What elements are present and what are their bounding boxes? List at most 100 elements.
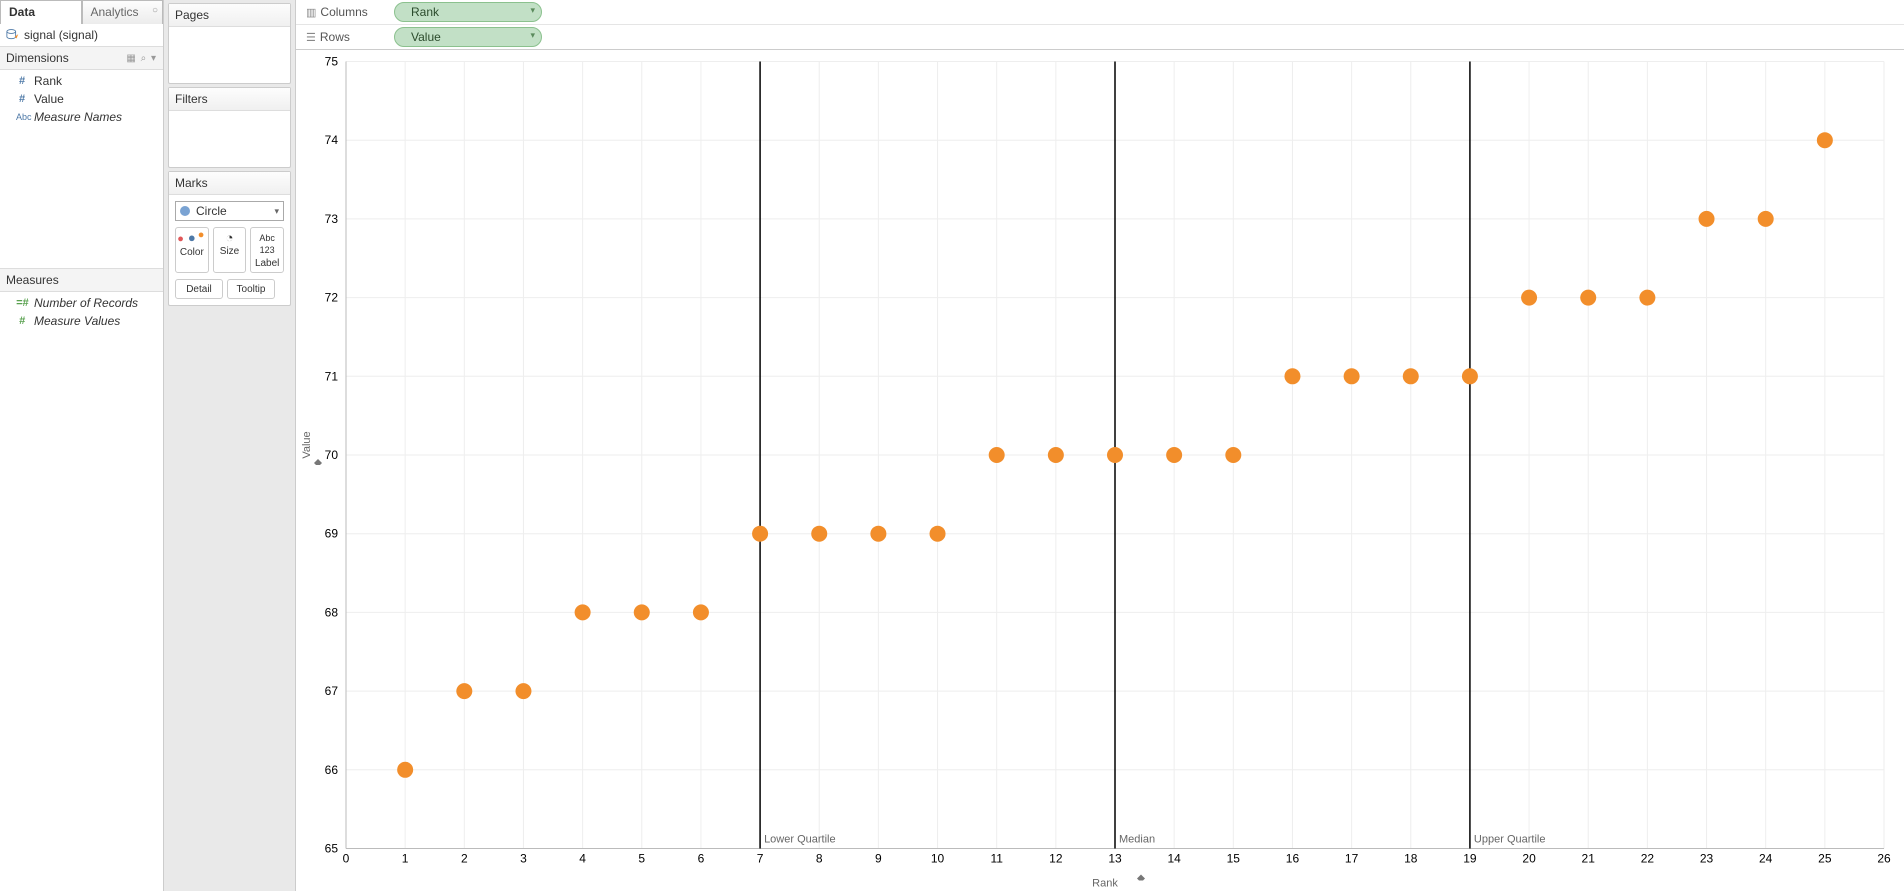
data-point[interactable] — [397, 762, 413, 778]
rows-shelf[interactable]: ☰ Rows Value — [296, 24, 1904, 49]
data-point[interactable] — [1580, 290, 1596, 306]
mark-tooltip-label: Tooltip — [237, 284, 266, 295]
data-point[interactable] — [456, 683, 472, 699]
data-point[interactable] — [752, 526, 768, 542]
field-rank[interactable]: #Rank — [0, 72, 163, 90]
color-icon: ● — [178, 232, 206, 245]
tab-data[interactable]: Data — [0, 0, 82, 24]
x-tick: 18 — [1404, 852, 1418, 866]
mark-size-button[interactable]: ◔ Size — [213, 227, 247, 273]
y-tick: 67 — [325, 684, 339, 698]
columns-pill-rank[interactable]: Rank — [394, 2, 542, 22]
pin-icon — [1135, 875, 1145, 885]
pages-card-title: Pages — [169, 4, 290, 27]
rows-pill-value[interactable]: Value — [394, 27, 542, 47]
field-measure-values[interactable]: #Measure Values — [0, 312, 163, 330]
data-point[interactable] — [693, 604, 709, 620]
data-point[interactable] — [1758, 211, 1774, 227]
data-point[interactable] — [634, 604, 650, 620]
data-point[interactable] — [1817, 132, 1833, 148]
data-point[interactable] — [1462, 368, 1478, 384]
field-label: Value — [34, 92, 64, 106]
x-tick: 26 — [1877, 852, 1891, 866]
x-tick: 17 — [1345, 852, 1359, 866]
x-tick: 14 — [1167, 852, 1181, 866]
field-number-of-records[interactable]: =# Number of Records — [0, 294, 163, 312]
dimensions-heading: Dimensions ▦ ⌕ ▾ — [0, 46, 163, 70]
x-tick: 13 — [1108, 852, 1122, 866]
filters-card[interactable]: Filters — [168, 87, 291, 168]
x-tick: 25 — [1818, 852, 1832, 866]
x-tick: 4 — [579, 852, 586, 866]
data-point[interactable] — [515, 683, 531, 699]
measures-heading: Measures — [0, 268, 163, 292]
mark-label-button[interactable]: Abc123 Label — [250, 227, 284, 273]
x-tick: 16 — [1286, 852, 1300, 866]
x-tick: 21 — [1582, 852, 1596, 866]
pin-icon — [312, 459, 322, 469]
tab-analytics[interactable]: Analytics ○ — [82, 0, 164, 24]
y-tick: 73 — [325, 212, 339, 226]
mark-tooltip-button[interactable]: Tooltip — [227, 279, 275, 299]
data-point[interactable] — [811, 526, 827, 542]
data-point[interactable] — [1284, 368, 1300, 384]
data-point[interactable] — [575, 604, 591, 620]
x-axis-title: Rank — [1092, 878, 1118, 890]
y-tick: 68 — [325, 605, 339, 619]
field-measure-names[interactable]: Abc Measure Names — [0, 108, 163, 126]
data-point[interactable] — [1225, 447, 1241, 463]
pages-card[interactable]: Pages — [168, 3, 291, 84]
mark-detail-button[interactable]: Detail — [175, 279, 223, 299]
data-point[interactable] — [989, 447, 1005, 463]
field-label: Measure Names — [34, 110, 122, 124]
measure-icon: =# — [16, 297, 28, 309]
data-point[interactable] — [1521, 290, 1537, 306]
columns-shelf[interactable]: ▥ Columns Rank — [296, 0, 1904, 24]
hash-icon: # — [16, 93, 28, 105]
data-point[interactable] — [1699, 211, 1715, 227]
x-tick: 11 — [990, 852, 1003, 866]
data-point[interactable] — [930, 526, 946, 542]
data-point[interactable] — [1403, 368, 1419, 384]
x-tick: 10 — [931, 852, 945, 866]
x-tick: 15 — [1227, 852, 1241, 866]
tab-reset-icon[interactable]: ○ — [152, 5, 158, 16]
data-point[interactable] — [1166, 447, 1182, 463]
data-point[interactable] — [870, 526, 886, 542]
y-tick: 75 — [325, 55, 339, 69]
datasource-icon — [6, 28, 20, 42]
abc-icon: Abc — [16, 112, 28, 122]
measure-icon: # — [16, 315, 28, 327]
x-tick: 20 — [1522, 852, 1536, 866]
x-tick: 1 — [402, 852, 409, 866]
marks-card-title: Marks — [169, 172, 290, 195]
x-tick: 9 — [875, 852, 882, 866]
mark-detail-label: Detail — [186, 284, 212, 295]
mark-color-button[interactable]: ● Color — [175, 227, 209, 273]
x-tick: 3 — [520, 852, 527, 866]
dimensions-heading-text: Dimensions — [6, 51, 69, 65]
data-point[interactable] — [1639, 290, 1655, 306]
y-tick: 69 — [325, 527, 339, 541]
x-tick: 8 — [816, 852, 823, 866]
data-point[interactable] — [1048, 447, 1064, 463]
field-label: Number of Records — [34, 296, 138, 310]
x-tick: 2 — [461, 852, 468, 866]
ref-label: Upper Quartile — [1474, 834, 1546, 846]
y-tick: 66 — [325, 763, 339, 777]
mark-type-select[interactable]: Circle — [175, 201, 284, 221]
chart-area[interactable]: Lower QuartileMedianUpper Quartile012345… — [296, 50, 1904, 891]
dimensions-tools[interactable]: ▦ ⌕ ▾ — [126, 53, 157, 64]
field-value[interactable]: # Value — [0, 90, 163, 108]
y-tick: 71 — [325, 369, 339, 383]
x-tick: 0 — [343, 852, 350, 866]
data-point[interactable] — [1107, 447, 1123, 463]
x-tick: 7 — [757, 852, 764, 866]
x-tick: 24 — [1759, 852, 1773, 866]
y-tick: 65 — [325, 842, 339, 856]
ref-label: Lower Quartile — [764, 834, 836, 846]
mark-size-label: Size — [220, 246, 239, 257]
data-point[interactable] — [1344, 368, 1360, 384]
marks-card: Marks Circle ● Color ◔ Size Ab — [168, 171, 291, 306]
datasource-row[interactable]: signal (signal) — [0, 24, 163, 46]
